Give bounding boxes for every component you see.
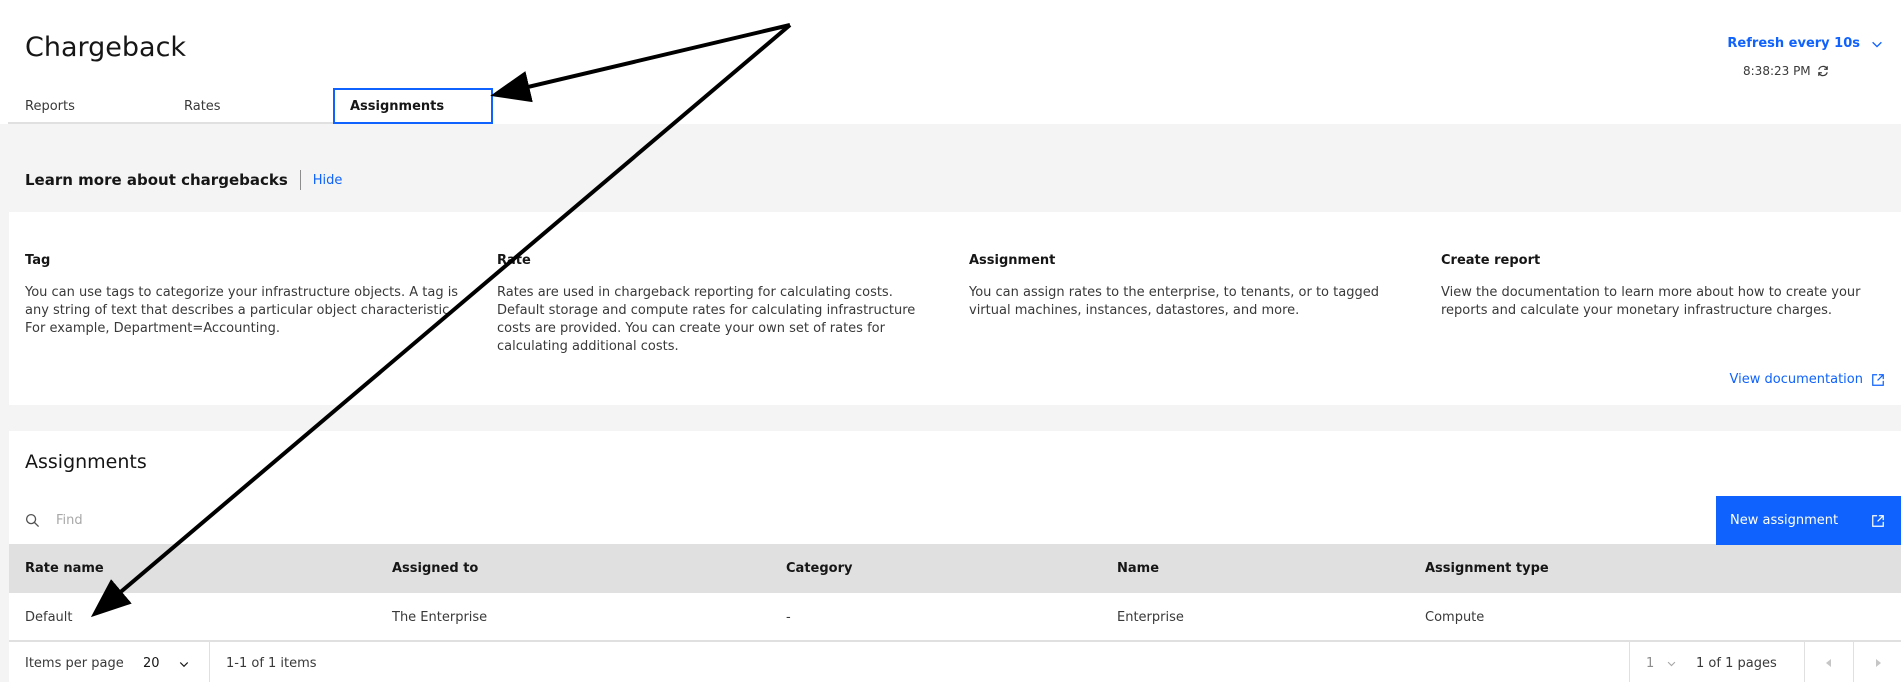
page-title: Chargeback — [25, 32, 187, 63]
learn-more-header: Learn more about chargebacks Hide — [25, 170, 342, 190]
column-header-rate-name[interactable]: Rate name — [25, 561, 104, 576]
column-header-assigned-to[interactable]: Assigned to — [392, 561, 478, 576]
table-row[interactable]: Default The Enterprise - Enterprise Comp… — [9, 593, 1901, 641]
pagination-divider — [209, 642, 210, 682]
launch-icon — [1872, 514, 1884, 527]
assignments-panel: Assignments New assignment Rate name Ass… — [9, 431, 1901, 682]
pagination-divider — [1629, 642, 1630, 682]
info-create-report: Create report View the documentation to … — [1441, 253, 1881, 320]
hide-link[interactable]: Hide — [313, 173, 343, 188]
items-per-page-value: 20 — [143, 656, 160, 671]
info-title: Tag — [25, 253, 51, 268]
info-text: You can assign rates to the enterprise, … — [969, 285, 1379, 318]
cell-name: Enterprise — [1117, 610, 1184, 625]
info-title: Rate — [497, 253, 531, 268]
view-documentation-label: View documentation — [1729, 372, 1863, 387]
pages-text: 1 of 1 pages — [1696, 656, 1777, 671]
caret-left-icon — [1826, 658, 1831, 667]
page-select[interactable]: 1 — [1646, 656, 1677, 671]
cell-rate-name: Default — [25, 610, 73, 625]
assignments-title: Assignments — [25, 451, 147, 473]
tab-assignments[interactable]: Assignments — [333, 88, 493, 124]
column-header-name[interactable]: Name — [1117, 561, 1159, 576]
info-text: You can use tags to categorize your infr… — [25, 285, 459, 336]
search-input[interactable] — [56, 513, 656, 528]
tab-rates[interactable]: Rates — [167, 88, 333, 124]
search-bar — [9, 497, 1716, 545]
info-tag: Tag You can use tags to categorize your … — [25, 253, 465, 338]
page-header: Chargeback Reports Rates Assignments Ref… — [0, 0, 1901, 124]
info-rate: Rate Rates are used in chargeback report… — [497, 253, 937, 356]
items-per-page-select[interactable]: 20 — [143, 656, 190, 671]
launch-icon — [1872, 373, 1884, 386]
table-header: Rate name Assigned to Category Name Assi… — [9, 545, 1901, 593]
next-page-button[interactable] — [1854, 642, 1901, 682]
info-text: Rates are used in chargeback reporting f… — [497, 285, 916, 354]
learn-more-title: Learn more about chargebacks — [25, 170, 301, 190]
info-title: Create report — [1441, 253, 1541, 268]
time-label: 8:38:23 PM — [1743, 64, 1811, 78]
info-title: Assignment — [969, 253, 1056, 268]
chevron-down-icon — [1872, 41, 1882, 48]
last-refresh-time: 8:38:23 PM — [1743, 64, 1830, 78]
search-icon — [25, 513, 40, 528]
items-range: 1-1 of 1 items — [226, 656, 317, 671]
new-assignment-label: New assignment — [1730, 513, 1839, 528]
column-header-category[interactable]: Category — [786, 561, 852, 576]
info-assignment: Assignment You can assign rates to the e… — [969, 253, 1409, 320]
tab-reports[interactable]: Reports — [8, 88, 167, 124]
refresh-icon[interactable] — [1816, 64, 1830, 78]
info-text: View the documentation to learn more abo… — [1441, 285, 1861, 318]
tab-list: Reports Rates Assignments — [8, 88, 493, 124]
new-assignment-button[interactable]: New assignment — [1716, 496, 1901, 545]
items-per-page-label: Items per page — [25, 656, 124, 671]
pagination: Items per page 20 1-1 of 1 items 1 1 of … — [9, 641, 1901, 682]
learn-more-card: Tag You can use tags to categorize your … — [9, 212, 1901, 405]
chevron-down-icon — [179, 661, 188, 667]
view-documentation-link[interactable]: View documentation — [1730, 372, 1885, 387]
cell-category: - — [786, 610, 791, 625]
caret-right-icon — [1876, 658, 1881, 667]
column-header-assignment-type[interactable]: Assignment type — [1425, 561, 1549, 576]
refresh-interval-label: Refresh every 10s — [1727, 36, 1860, 51]
chevron-down-icon — [1667, 661, 1676, 667]
refresh-interval-dropdown[interactable]: Refresh every 10s — [1727, 36, 1884, 51]
cell-assigned-to: The Enterprise — [392, 610, 488, 625]
page-number: 1 — [1646, 656, 1655, 671]
cell-assignment-type: Compute — [1425, 610, 1485, 625]
previous-page-button[interactable] — [1805, 642, 1853, 682]
